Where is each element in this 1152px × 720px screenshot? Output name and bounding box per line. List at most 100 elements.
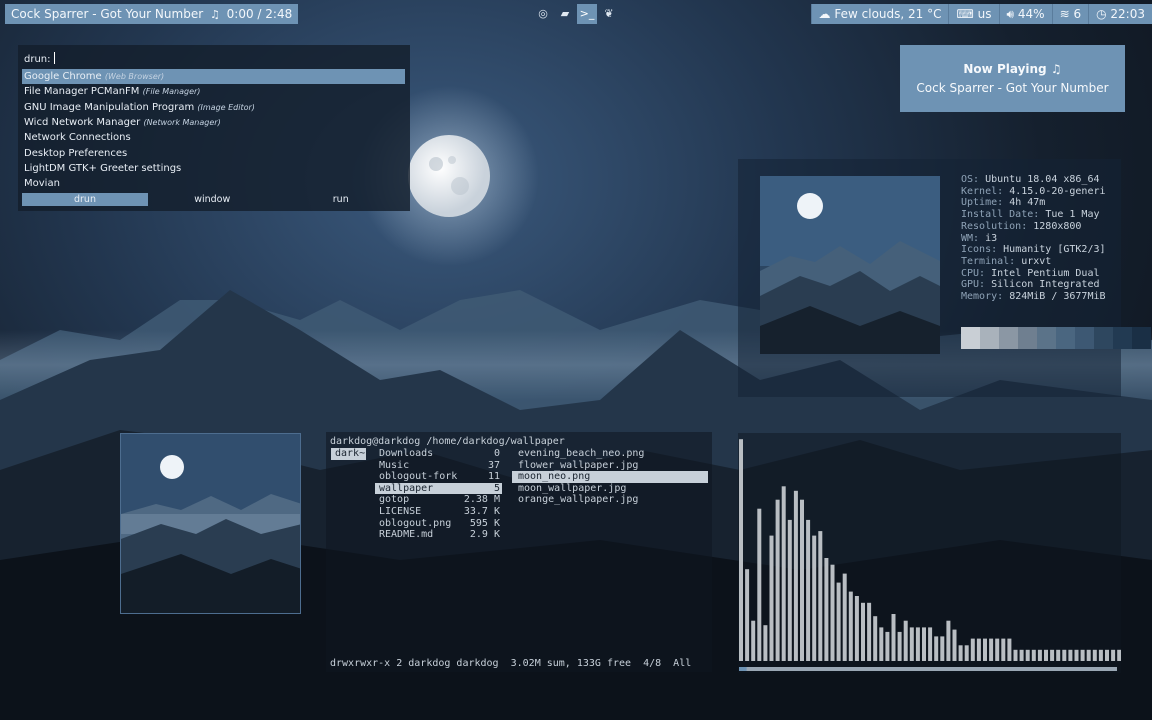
- launcher-item[interactable]: GNU Image Manipulation Program (Image Ed…: [22, 100, 405, 115]
- launcher-item-category: (File Manager): [142, 87, 201, 97]
- entry-name: gotop: [379, 494, 410, 506]
- ranger-preview-entry[interactable]: flower_wallpaper.jpg: [512, 460, 708, 472]
- visualizer-bar: [879, 627, 884, 661]
- ranger-entry[interactable]: oblogout.png 595 K: [375, 518, 502, 530]
- weather-indicator[interactable]: ☁ Few clouds, 21 °C: [810, 4, 949, 24]
- visualizer-bar: [1080, 649, 1085, 661]
- launcher-item-name: GNU Image Manipulation Program: [24, 101, 195, 113]
- ranger-entry[interactable]: oblogout-fork 11: [375, 471, 502, 483]
- ranger-entry[interactable]: Downloads 0: [375, 448, 502, 460]
- sysinfo-value: Tue 1 May: [1045, 209, 1100, 221]
- visualizer-bar: [781, 486, 786, 661]
- speaker-icon: 🔊︎: [1006, 7, 1015, 21]
- launcher-item[interactable]: Google Chrome (Web Browser): [22, 69, 405, 84]
- entry-size: 5: [493, 482, 500, 494]
- chrome-icon: ◎: [538, 7, 548, 20]
- keyboard-indicator[interactable]: ⌨ us: [948, 4, 999, 24]
- mode-drun[interactable]: drun: [22, 193, 148, 206]
- visualizer-bar: [1007, 638, 1012, 661]
- visualizer-bar: [1056, 649, 1061, 661]
- launcher-item[interactable]: LightDM GTK+ Greeter settings: [22, 161, 405, 176]
- color-swatch: [1037, 327, 1056, 349]
- visualizer-bar: [903, 620, 908, 661]
- visualizer-bar: [1117, 649, 1121, 661]
- sysinfo-value: Humanity [GTK2/3]: [1003, 244, 1106, 256]
- entry-name: wallpaper: [379, 482, 434, 494]
- clock-indicator[interactable]: ◷ 22:03: [1088, 4, 1152, 24]
- clock-icon: ◷: [1096, 7, 1107, 21]
- visualizer-bar: [1105, 649, 1109, 661]
- ranger-preview-column: evening_beach_neo.png flower_wallpaper.jp…: [512, 448, 708, 506]
- now-playing-notification[interactable]: Now Playing ♫ Cock Sparrer - Got Your Nu…: [900, 45, 1125, 112]
- entry-size: 33.7 K: [463, 505, 500, 517]
- workspace-terminal[interactable]: >_: [577, 4, 597, 24]
- parent-dir[interactable]: dark~: [331, 448, 367, 460]
- system-info-panel: OS: Ubuntu 18.04 x86_64 Kernel: 4.15.0-20…: [738, 159, 1151, 397]
- seek-bar-fill: [739, 667, 747, 671]
- prompt-label: drun:: [24, 54, 51, 65]
- launcher-item[interactable]: Network Connections: [22, 130, 405, 145]
- visualizer-bar: [1013, 649, 1018, 661]
- visualizer-bar: [757, 508, 762, 661]
- launcher-item[interactable]: Wicd Network Manager (Network Manager): [22, 115, 405, 130]
- visualizer-bar: [1019, 649, 1024, 661]
- visualizer-bar: [928, 627, 933, 661]
- weather-text: Few clouds, 21 °C: [834, 7, 942, 21]
- launcher-item[interactable]: File Manager PCManFM (File Manager): [22, 84, 405, 99]
- sysinfo-value: Intel Pentium Dual: [991, 267, 1100, 279]
- volume-indicator[interactable]: 🔊︎ 44%: [998, 4, 1052, 24]
- ranger-entry[interactable]: Music 37: [375, 460, 502, 472]
- visualizer-bar: [922, 627, 926, 661]
- visualizer-bar: [970, 638, 975, 661]
- image-preview: [120, 433, 301, 614]
- ranger-preview-entry[interactable]: moon_wallpaper.jpg: [512, 483, 708, 495]
- visualizer-canvas: [739, 439, 1121, 671]
- cloud-icon: ☁: [818, 7, 831, 21]
- visualizer-bar: [1050, 649, 1055, 661]
- sysinfo-value: 4.15.0-20-generi: [1009, 185, 1106, 197]
- sysinfo-line: Terminal: urxvt: [961, 256, 1106, 268]
- workspace-chrome[interactable]: ◎: [533, 4, 553, 24]
- visualizer-bar: [873, 616, 878, 661]
- launcher-item-name: Movian: [24, 178, 60, 190]
- workspace-files[interactable]: ▰: [555, 4, 575, 24]
- visualizer-bar: [1111, 649, 1116, 661]
- ranger-preview-entry[interactable]: evening_beach_neo.png: [512, 448, 708, 460]
- color-swatch: [1075, 327, 1094, 349]
- volume-level: 44%: [1017, 7, 1045, 21]
- sysinfo-line: WM: i3: [961, 233, 1106, 245]
- visualizer-bar: [1031, 649, 1036, 661]
- wifi-icon: ≋: [1059, 7, 1070, 21]
- visualizer-bar: [812, 535, 817, 661]
- launcher-prompt[interactable]: drun:: [24, 52, 55, 65]
- entry-size: 37: [487, 459, 500, 471]
- visualizer-bar: [763, 625, 768, 661]
- ranger-entry[interactable]: README.md 2.9 K: [375, 529, 502, 541]
- visualizer-bar: [842, 573, 847, 661]
- launcher-item[interactable]: Desktop Preferences: [22, 146, 405, 161]
- workspace-leaf[interactable]: ❦: [599, 4, 619, 24]
- sysinfo-key: OS:: [961, 174, 980, 185]
- sysinfo-line: OS: Ubuntu 18.04 x86_64: [961, 174, 1106, 186]
- mode-window[interactable]: window: [148, 193, 277, 206]
- sysinfo-line: Resolution: 1280x800: [961, 221, 1106, 233]
- mode-run[interactable]: run: [277, 193, 406, 206]
- launcher-item-name: File Manager PCManFM: [24, 86, 140, 98]
- seek-bar-track[interactable]: [739, 667, 1117, 671]
- ranger-entry[interactable]: wallpaper 5: [375, 482, 502, 495]
- wifi-indicator[interactable]: ≋ 6: [1051, 4, 1089, 24]
- entry-size: 0: [493, 448, 500, 459]
- visualizer-bar: [1062, 649, 1067, 661]
- launcher-item-category: (Image Editor): [197, 102, 255, 112]
- visualizer-bar: [1025, 649, 1030, 661]
- audio-visualizer: [738, 433, 1121, 673]
- ranger-entry[interactable]: gotop 2.38 M: [375, 494, 502, 506]
- app-launcher: drun: Google Chrome (Web Browser) File Ma…: [18, 45, 410, 211]
- ranger-preview-entry[interactable]: orange_wallpaper.jpg: [512, 494, 708, 506]
- ranger-entry[interactable]: LICENSE 33.7 K: [375, 506, 502, 518]
- launcher-item[interactable]: Movian: [22, 176, 405, 191]
- ranger-preview-entry[interactable]: moon_neo.png: [512, 471, 708, 483]
- leaf-icon: ❦: [604, 7, 614, 20]
- visualizer-bar: [818, 531, 823, 661]
- now-playing-status[interactable]: Cock Sparrer - Got Your Number ♫ 0:00 / …: [5, 4, 299, 24]
